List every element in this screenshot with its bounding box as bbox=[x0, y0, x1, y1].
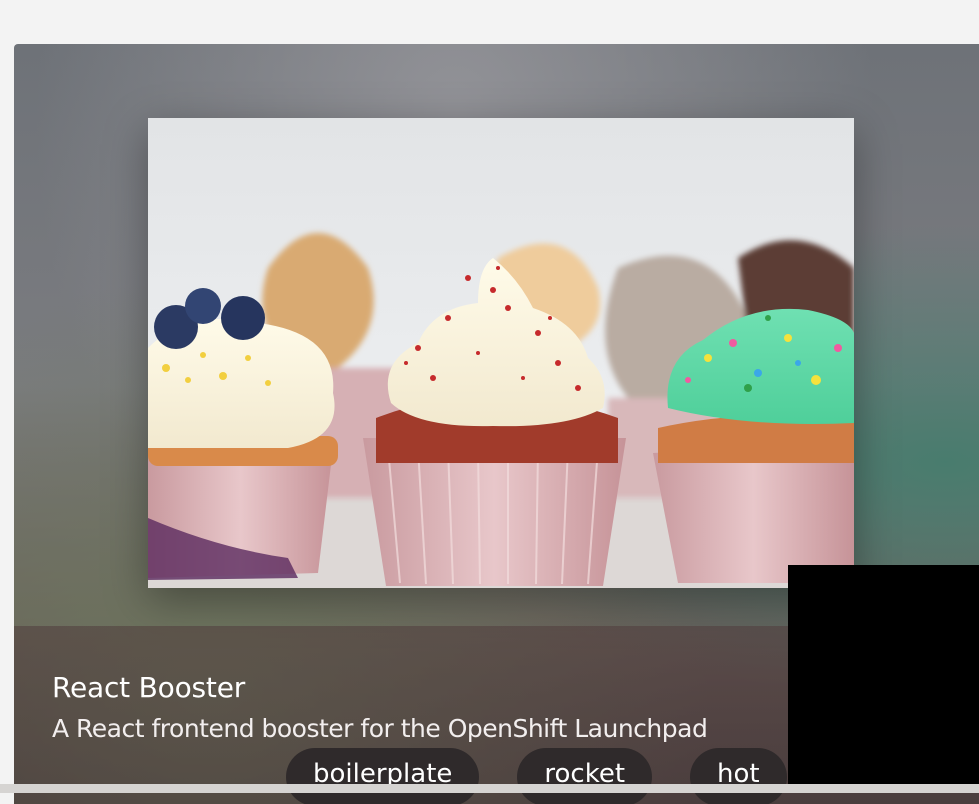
tag-hot[interactable]: hot bbox=[690, 748, 787, 804]
tag-list: boilerplate rocket hot bbox=[286, 748, 787, 804]
booster-image bbox=[148, 118, 854, 588]
tag-boilerplate[interactable]: boilerplate bbox=[286, 748, 480, 804]
tag-rocket[interactable]: rocket bbox=[517, 748, 653, 804]
card-title[interactable]: React Booster bbox=[52, 671, 245, 704]
bottom-strip bbox=[0, 784, 979, 793]
card-description: A React frontend booster for the OpenShi… bbox=[52, 714, 708, 743]
redaction-overlay bbox=[788, 565, 979, 793]
